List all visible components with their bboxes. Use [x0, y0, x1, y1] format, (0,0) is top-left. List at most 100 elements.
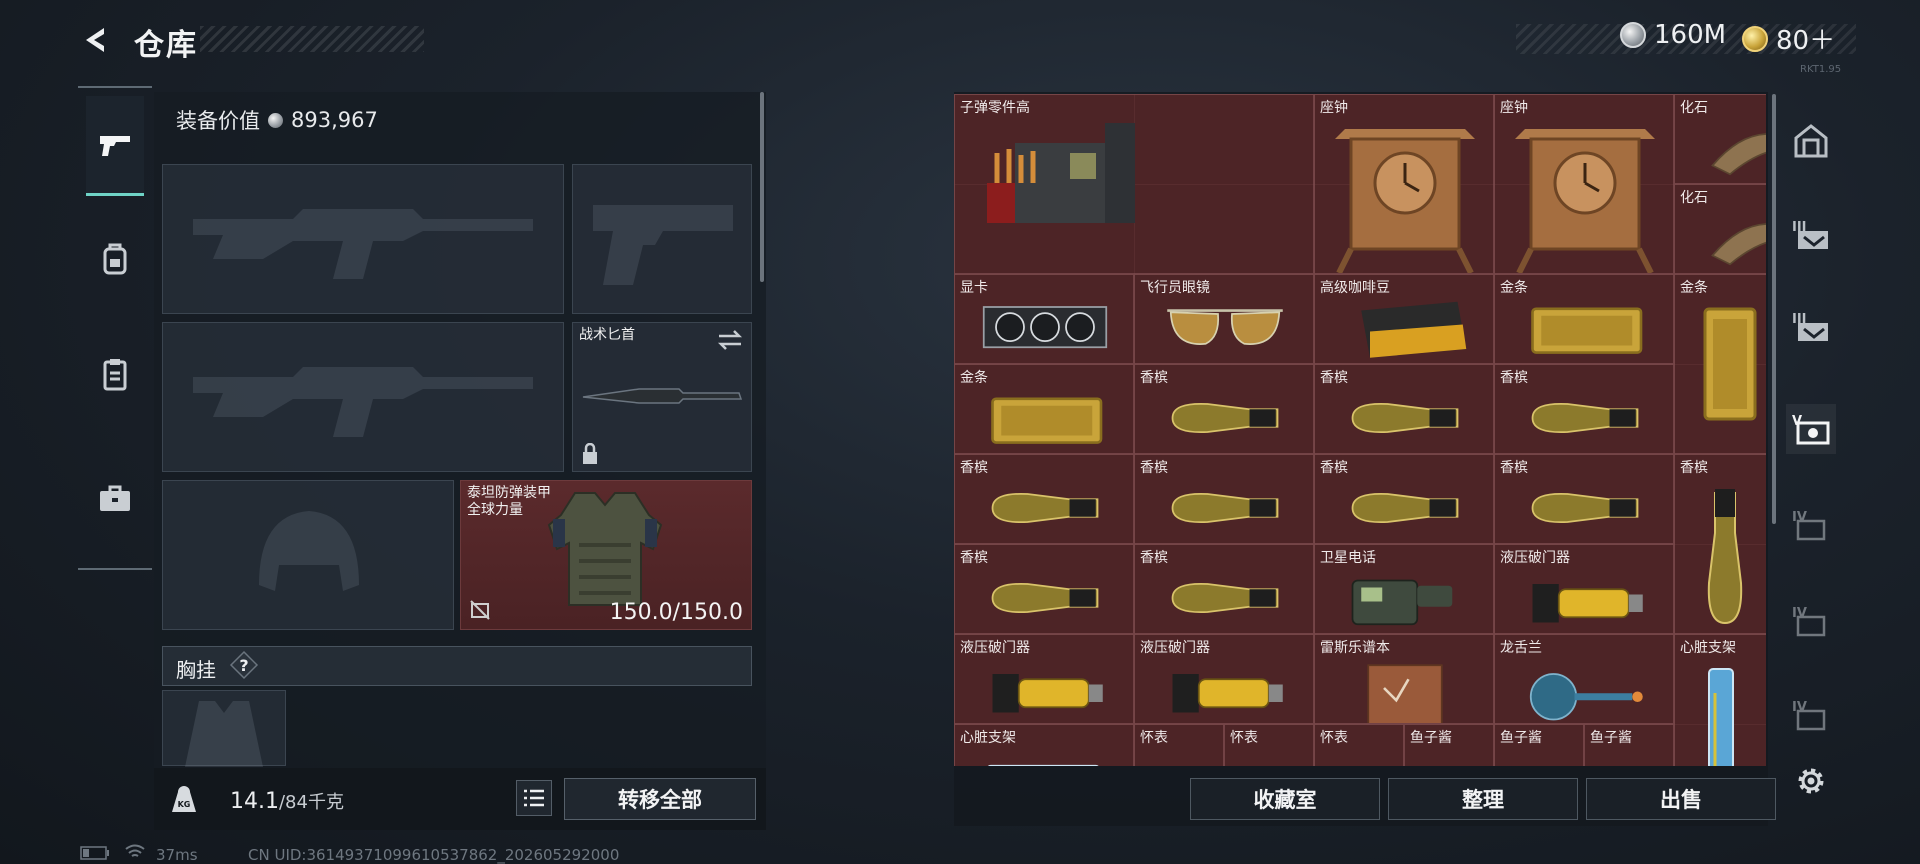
storage-item[interactable]: 香槟 — [1494, 454, 1674, 544]
storage-item[interactable]: 座钟 — [1494, 94, 1674, 274]
storage-item-label: 心脏支架 — [960, 730, 1016, 746]
help-icon[interactable]: ? — [229, 650, 259, 680]
storage-item-label: 怀表 — [1230, 730, 1258, 746]
storage-item[interactable]: 金条 — [1674, 274, 1766, 454]
storage-item[interactable]: 鱼子酱 — [1584, 724, 1674, 766]
tab-storage-3b[interactable]: III — [1786, 302, 1836, 352]
tab-vault[interactable] — [1786, 116, 1836, 166]
storage-item-label: 雷斯乐谱本 — [1320, 640, 1390, 656]
storage-item[interactable]: 鱼子酱 — [1404, 724, 1494, 766]
nav-backpack[interactable] — [86, 208, 144, 308]
storage-item[interactable]: 雷斯乐谱本 — [1314, 634, 1494, 724]
fossil-claw-icon — [1711, 223, 1766, 266]
tactical-knife-icon — [582, 388, 743, 404]
tab-storage-4a[interactable]: IV — [1786, 500, 1836, 550]
help-symbol: ? — [239, 656, 248, 675]
storage-item-label: 液压破门器 — [1500, 550, 1570, 566]
helmet-slot[interactable] — [162, 480, 454, 630]
storage-item[interactable]: 卫星电话 — [1314, 544, 1494, 634]
storage-scrollbar[interactable] — [1772, 94, 1776, 524]
storage-item[interactable]: 子弹零件高 — [954, 94, 1314, 274]
tab-storage-4c[interactable]: IV — [1786, 690, 1836, 740]
storage-item[interactable]: 鱼子酱 — [1494, 724, 1584, 766]
tab-storage-5[interactable]: V — [1786, 404, 1836, 454]
storage-item[interactable]: 香槟 — [954, 454, 1134, 544]
settings-button[interactable] — [1786, 756, 1836, 806]
storage-item[interactable]: 心脏支架 — [954, 724, 1134, 766]
secondary-weapon-slot[interactable] — [162, 322, 564, 472]
storage-item-label: 鱼子酱 — [1410, 730, 1452, 746]
tab-storage-4b[interactable]: IV — [1786, 596, 1836, 646]
storage-item[interactable]: 香槟 — [1314, 454, 1494, 544]
storage-item[interactable]: 金条 — [1494, 274, 1674, 364]
chest-rig-slot[interactable] — [162, 690, 286, 767]
champagne-icon — [1351, 492, 1459, 524]
transfer-all-button[interactable]: 转移全部 — [564, 778, 756, 820]
svg-text:IV: IV — [1792, 700, 1807, 715]
champagne-icon — [1171, 492, 1279, 524]
nav-vest[interactable] — [86, 324, 144, 424]
fossil-claw-icon — [1711, 133, 1766, 176]
knife-slot[interactable]: 战术匕首 — [572, 322, 752, 472]
tab-storage-3a[interactable]: III — [1786, 210, 1836, 260]
armor-slot[interactable]: 泰坦防弹装甲 全球力量 150.0/150.0 — [460, 480, 752, 630]
storage-item[interactable]: 金条 — [954, 364, 1134, 454]
equipment-value-number: 893,967 — [291, 108, 378, 132]
home-vault-icon — [1794, 124, 1828, 158]
storage-item[interactable]: 龙舌兰 — [1494, 634, 1674, 724]
storage-item[interactable]: 香槟 — [1314, 364, 1494, 454]
storage-item[interactable]: 心脏支架 — [1674, 634, 1766, 766]
rifle-silhouette-icon — [193, 367, 533, 437]
tab-iii-icon: III — [1792, 220, 1828, 249]
storage-item[interactable]: 怀表 — [1314, 724, 1404, 766]
storage-item-label: 显卡 — [960, 280, 988, 296]
storage-item-label: 金条 — [1500, 280, 1528, 296]
battery-icon — [80, 846, 110, 864]
chest-rig-silhouette-icon — [185, 701, 263, 767]
storage-item[interactable]: 液压破门器 — [954, 634, 1134, 724]
nav-case[interactable] — [86, 448, 144, 548]
silver-coin-icon — [268, 112, 283, 128]
storage-item[interactable]: 高级咖啡豆 — [1314, 274, 1494, 364]
storage-item-label: 龙舌兰 — [1500, 640, 1542, 656]
gold-currency[interactable]: 80＋ — [1742, 20, 1835, 57]
swap-arrows-icon[interactable] — [717, 329, 743, 351]
pistol-slot[interactable] — [572, 164, 752, 314]
equipment-scrollbar[interactable] — [760, 92, 764, 282]
back-arrow-icon[interactable] — [78, 22, 114, 58]
storage-item-label: 怀表 — [1320, 730, 1348, 746]
storage-item[interactable]: 座钟 — [1314, 94, 1494, 274]
nav-weapons[interactable] — [86, 96, 144, 196]
storage-item[interactable]: 化石 — [1674, 184, 1766, 274]
sort-button[interactable]: 整理 — [1388, 778, 1578, 820]
champagne-icon — [1351, 402, 1459, 434]
storage-item[interactable]: 液压破门器 — [1134, 634, 1314, 724]
storage-item[interactable]: 怀表 — [1224, 724, 1314, 766]
armor-label: 泰坦防弹装甲 全球力量 — [467, 485, 551, 518]
storage-item[interactable]: 香槟 — [1134, 454, 1314, 544]
list-view-button[interactable] — [516, 780, 552, 816]
satellite-phone-icon — [1351, 579, 1453, 626]
gold-coin-icon — [1742, 25, 1768, 52]
storage-item-label: 液压破门器 — [960, 640, 1030, 656]
svg-text:IV: IV — [1792, 606, 1807, 621]
champagne-icon — [1171, 582, 1279, 614]
silver-currency-value: 160M — [1654, 20, 1727, 50]
storage-item[interactable]: 飞行员眼镜 — [1134, 274, 1314, 364]
storage-item[interactable]: 化石 — [1674, 94, 1766, 184]
champagne-icon — [991, 582, 1099, 614]
storage-item[interactable]: 怀表 — [1134, 724, 1224, 766]
storage-item[interactable]: 香槟 — [954, 544, 1134, 634]
sell-button[interactable]: 出售 — [1586, 778, 1776, 820]
primary-weapon-slot[interactable] — [162, 164, 564, 314]
coffee-bag-icon — [1361, 301, 1467, 358]
collection-room-button[interactable]: 收藏室 — [1190, 778, 1380, 820]
silver-currency: 160M — [1620, 20, 1726, 50]
storage-item[interactable]: 香槟 — [1134, 364, 1314, 454]
storage-item[interactable]: 显卡 — [954, 274, 1134, 364]
storage-item[interactable]: 液压破门器 — [1494, 544, 1674, 634]
storage-item[interactable]: 香槟 — [1674, 454, 1766, 634]
helmet-silhouette-icon — [259, 511, 359, 591]
storage-item[interactable]: 香槟 — [1494, 364, 1674, 454]
storage-item[interactable]: 香槟 — [1134, 544, 1314, 634]
